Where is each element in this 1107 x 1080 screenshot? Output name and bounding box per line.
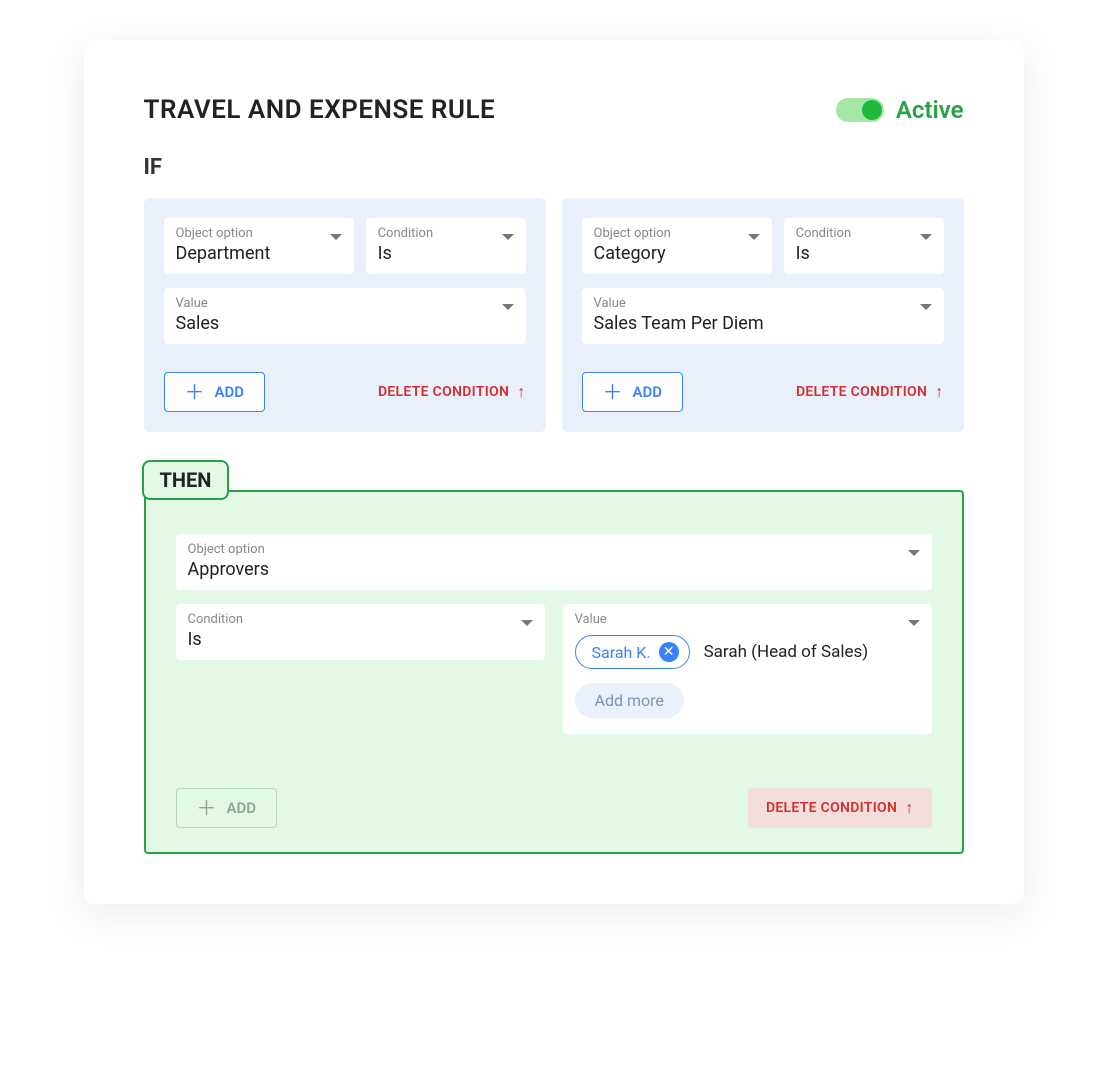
add-label: ADD xyxy=(227,799,257,817)
arrow-up-icon: ↑ xyxy=(517,382,525,402)
plus-icon: ＋ xyxy=(603,385,623,399)
field-value: Is xyxy=(796,243,932,264)
field-label: Value xyxy=(176,296,514,311)
field-label: Value xyxy=(594,296,932,311)
field-label: Value xyxy=(575,612,920,627)
add-label: ADD xyxy=(215,383,245,401)
field-value: Sales xyxy=(176,313,514,334)
field-value: Is xyxy=(188,629,533,650)
header-row: TRAVEL AND EXPENSE RULE Active xyxy=(144,95,964,125)
chevron-down-icon xyxy=(330,234,342,240)
then-label: THEN xyxy=(142,460,230,500)
if-conditions-row: Object option Department Condition Is Va… xyxy=(144,198,964,432)
chip-description: Sarah (Head of Sales) xyxy=(704,642,869,662)
if-label: IF xyxy=(144,155,964,180)
then-section: THEN Object option Approvers Condition I… xyxy=(144,460,964,854)
chevron-down-icon xyxy=(908,550,920,556)
add-label: ADD xyxy=(633,383,663,401)
chevron-down-icon xyxy=(920,234,932,240)
chevron-down-icon xyxy=(502,304,514,310)
value-select[interactable]: Value Sales xyxy=(164,288,526,344)
delete-label: DELETE CONDITION xyxy=(796,384,927,400)
chevron-down-icon xyxy=(521,620,533,626)
then-condition-select[interactable]: Condition Is xyxy=(176,604,545,660)
chip-row: Sarah K. ✕ Sarah (Head of Sales) xyxy=(575,635,920,669)
arrow-up-icon: ↑ xyxy=(935,382,943,402)
chevron-down-icon xyxy=(920,304,932,310)
chevron-down-icon xyxy=(502,234,514,240)
condition-select[interactable]: Condition Is xyxy=(366,218,526,274)
chevron-down-icon xyxy=(748,234,760,240)
status-label: Active xyxy=(896,96,964,124)
status-wrap: Active xyxy=(836,96,964,124)
if-condition-box: Object option Category Condition Is Valu… xyxy=(562,198,964,432)
field-label: Object option xyxy=(188,542,920,557)
field-value: Department xyxy=(176,243,342,264)
then-value-select[interactable]: Value Sarah K. ✕ Sarah (Head of Sales) A… xyxy=(563,604,932,734)
add-more-button[interactable]: Add more xyxy=(575,683,684,718)
delete-label: DELETE CONDITION xyxy=(766,800,897,816)
delete-condition-button[interactable]: DELETE CONDITION ↑ xyxy=(378,382,526,402)
add-button[interactable]: ＋ ADD xyxy=(582,372,684,412)
object-option-select[interactable]: Object option Category xyxy=(582,218,772,274)
field-label: Condition xyxy=(796,226,932,241)
delete-label: DELETE CONDITION xyxy=(378,384,509,400)
value-select[interactable]: Value Sales Team Per Diem xyxy=(582,288,944,344)
then-add-button[interactable]: ＋ ADD xyxy=(176,788,278,828)
then-object-option-select[interactable]: Object option Approvers xyxy=(176,534,932,590)
field-value: Approvers xyxy=(188,559,920,580)
then-delete-condition-button[interactable]: DELETE CONDITION ↑ xyxy=(748,788,932,828)
field-label: Object option xyxy=(594,226,760,241)
rule-card: TRAVEL AND EXPENSE RULE Active IF Object… xyxy=(84,40,1024,904)
if-condition-box: Object option Department Condition Is Va… xyxy=(144,198,546,432)
arrow-up-icon: ↑ xyxy=(905,798,913,818)
toggle-knob xyxy=(862,100,882,120)
condition-select[interactable]: Condition Is xyxy=(784,218,944,274)
field-value: Category xyxy=(594,243,760,264)
add-button[interactable]: ＋ ADD xyxy=(164,372,266,412)
plus-icon: ＋ xyxy=(197,801,217,815)
object-option-select[interactable]: Object option Department xyxy=(164,218,354,274)
approver-chip: Sarah K. ✕ xyxy=(575,635,690,669)
page-title: TRAVEL AND EXPENSE RULE xyxy=(144,95,496,125)
field-value: Is xyxy=(378,243,514,264)
then-box: Object option Approvers Condition Is Val… xyxy=(144,490,964,854)
active-toggle[interactable] xyxy=(836,98,884,122)
chevron-down-icon xyxy=(908,620,920,626)
plus-icon: ＋ xyxy=(185,385,205,399)
field-label: Condition xyxy=(188,612,533,627)
field-value: Sales Team Per Diem xyxy=(594,313,932,334)
field-label: Condition xyxy=(378,226,514,241)
delete-condition-button[interactable]: DELETE CONDITION ↑ xyxy=(796,382,944,402)
field-label: Object option xyxy=(176,226,342,241)
chip-label: Sarah K. xyxy=(592,643,651,662)
remove-chip-icon[interactable]: ✕ xyxy=(659,642,679,662)
